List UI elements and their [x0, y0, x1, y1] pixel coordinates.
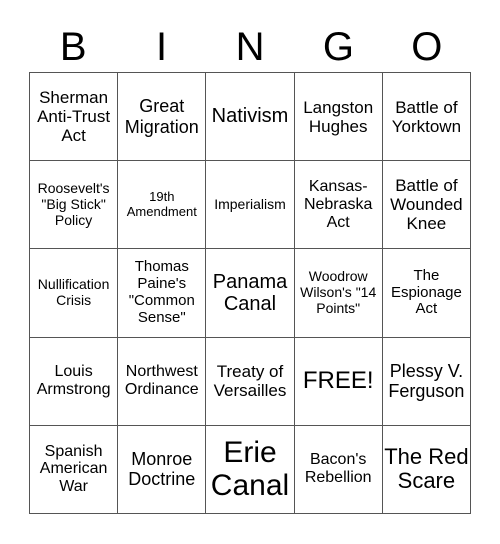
bingo-cell[interactable]: Great Migration	[118, 73, 207, 162]
bingo-cell[interactable]: Louis Armstrong	[30, 337, 119, 426]
bingo-cell[interactable]: Sherman Anti-Trust Act	[30, 73, 119, 162]
bingo-cell[interactable]: Bacon's Rebellion	[294, 425, 383, 514]
bingo-cell[interactable]: 19th Amendment	[118, 161, 207, 250]
bingo-cell[interactable]: Imperialism	[206, 161, 295, 250]
header-letter-n: N	[235, 25, 265, 69]
header-letter-i: I	[156, 25, 168, 69]
bingo-grid: Sherman Anti-Trust Act Great Migration N…	[29, 72, 471, 514]
bingo-cell[interactable]: Nativism	[206, 73, 295, 162]
bingo-cell[interactable]: Roosevelt's "Big Stick" Policy	[30, 161, 119, 250]
bingo-cell[interactable]: The Espionage Act	[382, 249, 471, 338]
bingo-cell[interactable]: Erie Canal	[206, 425, 295, 514]
bingo-cell[interactable]: Battle of Wounded Knee	[382, 161, 471, 250]
bingo-cell[interactable]: Treaty of Versailles	[206, 337, 295, 426]
free-space-cell[interactable]: FREE!	[294, 337, 383, 426]
bingo-cell[interactable]: Langston Hughes	[294, 73, 383, 162]
header-letter-g: G	[322, 25, 354, 69]
bingo-cell[interactable]: Plessy V. Ferguson	[382, 337, 471, 426]
bingo-cell[interactable]: Thomas Paine's "Common Sense"	[118, 249, 207, 338]
header-letter-b: B	[59, 25, 87, 69]
bingo-cell[interactable]: The Red Scare	[382, 425, 471, 514]
header-letter-o: O	[411, 25, 443, 69]
bingo-cell[interactable]: Kansas-Nebraska Act	[294, 161, 383, 250]
bingo-cell[interactable]: Northwest Ordinance	[118, 337, 207, 426]
bingo-cell[interactable]: Battle of Yorktown	[382, 73, 471, 162]
bingo-cell[interactable]: Woodrow Wilson's "14 Points"	[294, 249, 383, 338]
bingo-cell[interactable]: Nullification Crisis	[30, 249, 119, 338]
bingo-cell[interactable]: Spanish American War	[30, 425, 119, 514]
bingo-cell[interactable]: Panama Canal	[206, 249, 295, 338]
bingo-cell[interactable]: Monroe Doctrine	[118, 425, 207, 514]
bingo-header: B I N G O	[29, 22, 471, 72]
